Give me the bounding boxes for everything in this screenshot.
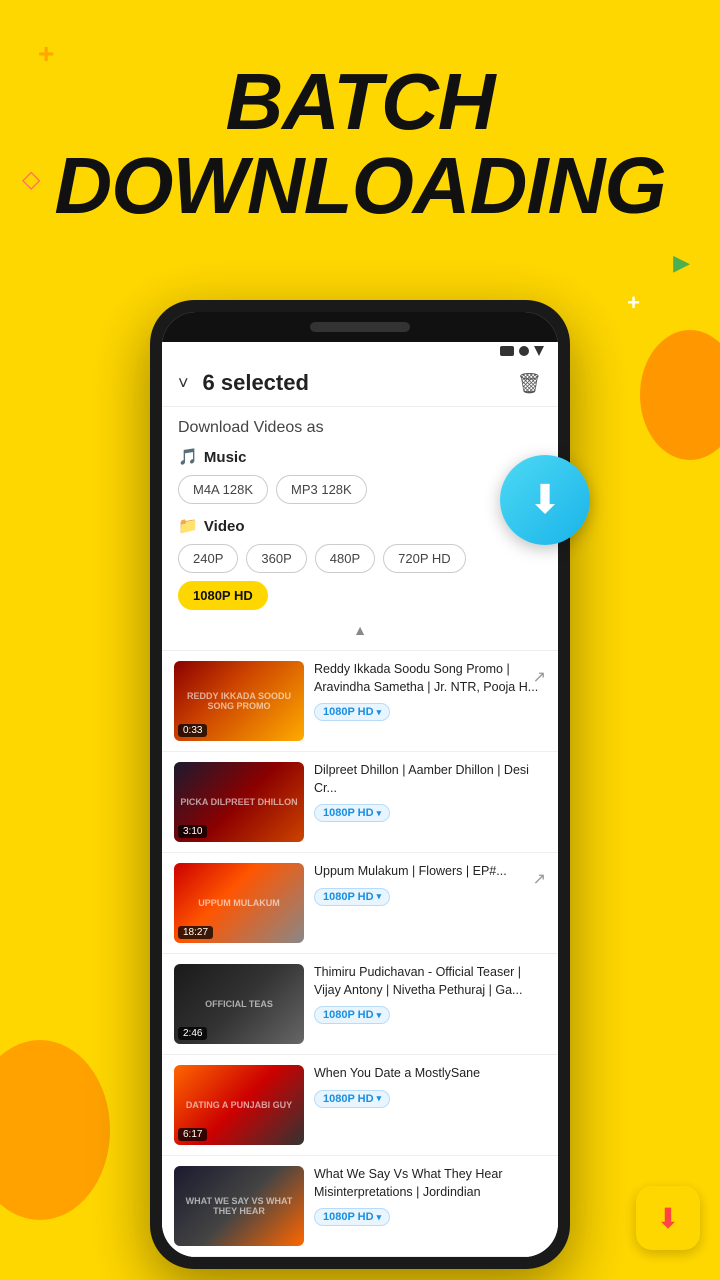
app-header: ˅ 6 selected 🗑 bbox=[162, 360, 558, 407]
video-quality-tag-4[interactable]: 1080P HD ▾ bbox=[314, 1090, 390, 1108]
video-thumb-4: DATING A PUNJABI GUY6:17 bbox=[174, 1065, 304, 1145]
video-info-4: When You Date a MostlySane 1080P HD ▾ bbox=[314, 1065, 546, 1108]
video-title-1: Dilpreet Dhillon | Aamber Dhillon | Desi… bbox=[314, 762, 546, 797]
phone-notch-bar bbox=[162, 312, 558, 342]
status-battery-icon bbox=[500, 346, 514, 356]
video-thumb-5: WHAT WE SAY VS WHAT THEY HEAR bbox=[174, 1166, 304, 1246]
quality-dropdown-arrow: ▾ bbox=[377, 1010, 382, 1021]
video-quality-tag-3[interactable]: 1080P HD ▾ bbox=[314, 1006, 390, 1024]
video-title-3: Thimiru Pudichavan - Official Teaser | V… bbox=[314, 964, 546, 999]
video-list-item: REDDY IKKADA SOODU SONG PROMO0:33 Reddy I… bbox=[162, 651, 558, 752]
video-list-item: PICKA DILPREET DHILLON3:10 Dilpreet Dhill… bbox=[162, 752, 558, 853]
music-icon: 🎵 bbox=[178, 447, 198, 467]
video-duration-4: 6:17 bbox=[178, 1128, 207, 1141]
header-left: ˅ 6 selected bbox=[178, 370, 309, 396]
status-signal-icon bbox=[534, 346, 544, 356]
app-icon-download-arrow: ⬇ bbox=[656, 1202, 679, 1235]
video-thumb-0: REDDY IKKADA SOODU SONG PROMO0:33 bbox=[174, 661, 304, 741]
video-info-3: Thimiru Pudichavan - Official Teaser | V… bbox=[314, 964, 546, 1024]
share-icon-0[interactable]: ↗ bbox=[533, 667, 546, 687]
video-list-item: DATING A PUNJABI GUY6:17When You Date a … bbox=[162, 1055, 558, 1156]
video-quality-tag-5[interactable]: 1080P HD ▾ bbox=[314, 1208, 390, 1226]
chevron-back-button[interactable]: ˅ bbox=[178, 373, 189, 394]
music-label-text: Music bbox=[204, 449, 247, 466]
video-480p-button[interactable]: 480P bbox=[315, 544, 375, 573]
music-quality-row: M4A 128K MP3 128K bbox=[178, 475, 542, 504]
video-folder-icon: 📁 bbox=[178, 516, 198, 536]
panel-title: Download Videos as bbox=[178, 419, 542, 437]
deco-blob-orange-right bbox=[640, 330, 720, 460]
video-info-5: What We Say Vs What They Hear Misinterpr… bbox=[314, 1166, 546, 1226]
video-thumb-label-5: WHAT WE SAY VS WHAT THEY HEAR bbox=[174, 1166, 304, 1246]
video-label-text: Video bbox=[204, 518, 245, 535]
collapse-arrow[interactable]: ▲ bbox=[178, 622, 542, 638]
trash-icon[interactable]: 🗑 bbox=[517, 371, 542, 396]
phone-screen: ˅ 6 selected 🗑 Download Videos as 🎵 Musi… bbox=[162, 312, 558, 1257]
share-icon-2[interactable]: ↗ bbox=[533, 869, 546, 889]
video-quality-row: 240P 360P 480P 720P HD 1080P HD bbox=[178, 544, 542, 610]
quality-dropdown-arrow: ▾ bbox=[377, 808, 382, 819]
phone-mockup: ⬇ ˅ 6 selected 🗑 D bbox=[150, 300, 570, 1269]
video-info-1: Dilpreet Dhillon | Aamber Dhillon | Desi… bbox=[314, 762, 546, 822]
download-options-panel: Download Videos as 🎵 Music M4A 128K MP3 … bbox=[162, 407, 558, 651]
video-duration-0: 0:33 bbox=[178, 724, 207, 737]
video-thumb-1: PICKA DILPREET DHILLON3:10 bbox=[174, 762, 304, 842]
music-section-label: 🎵 Music bbox=[178, 447, 542, 467]
music-m4a-128k-button[interactable]: M4A 128K bbox=[178, 475, 268, 504]
video-title-5: What We Say Vs What They Hear Misinterpr… bbox=[314, 1166, 546, 1201]
status-wifi-icon bbox=[519, 346, 529, 356]
download-fab[interactable]: ⬇ bbox=[500, 455, 590, 545]
video-thumb-2: UPPUM MULAKUM18:27 bbox=[174, 863, 304, 943]
video-1080p-button[interactable]: 1080P HD bbox=[178, 581, 268, 610]
deco-arrow-right: ▶ bbox=[673, 250, 690, 276]
selected-count-label: 6 selected bbox=[203, 370, 309, 396]
video-quality-tag-2[interactable]: 1080P HD ▾ bbox=[314, 888, 390, 906]
video-title-0: Reddy Ikkada Soodu Song Promo | Aravindh… bbox=[314, 661, 546, 696]
video-quality-tag-0[interactable]: 1080P HD ▾ bbox=[314, 703, 390, 721]
video-thumb-3: OFFICIAL TEAS2:46 bbox=[174, 964, 304, 1044]
video-duration-3: 2:46 bbox=[178, 1027, 207, 1040]
hero-title: BATCH DOWNLOADING bbox=[0, 60, 720, 228]
phone-notch bbox=[310, 322, 410, 332]
music-mp3-128k-button[interactable]: MP3 128K bbox=[276, 475, 367, 504]
video-duration-2: 18:27 bbox=[178, 926, 213, 939]
video-quality-tag-1[interactable]: 1080P HD ▾ bbox=[314, 804, 390, 822]
download-fab-arrow: ⬇ bbox=[528, 480, 562, 520]
video-title-2: Uppum Mulakum | Flowers | EP#... bbox=[314, 863, 546, 881]
video-info-2: Uppum Mulakum | Flowers | EP#... 1080P HD… bbox=[314, 863, 546, 906]
video-title-4: When You Date a MostlySane bbox=[314, 1065, 546, 1083]
app-icon[interactable]: ⬇ bbox=[636, 1186, 700, 1250]
quality-dropdown-arrow: ▾ bbox=[377, 707, 382, 718]
quality-dropdown-arrow: ▾ bbox=[377, 1212, 382, 1223]
phone-body: ⬇ ˅ 6 selected 🗑 D bbox=[150, 300, 570, 1269]
video-list-item: OFFICIAL TEAS2:46 Thimiru Pudichavan - Of… bbox=[162, 954, 558, 1055]
video-360p-button[interactable]: 360P bbox=[246, 544, 306, 573]
hero-title-text: BATCH DOWNLOADING bbox=[0, 60, 720, 228]
video-list: REDDY IKKADA SOODU SONG PROMO0:33 Reddy I… bbox=[162, 651, 558, 1257]
video-240p-button[interactable]: 240P bbox=[178, 544, 238, 573]
video-info-0: Reddy Ikkada Soodu Song Promo | Aravindh… bbox=[314, 661, 546, 721]
video-section-label: 📁 Video bbox=[178, 516, 542, 536]
deco-blob-orange-bottomleft bbox=[0, 1040, 110, 1220]
video-list-item: UPPUM MULAKUM18:27Uppum Mulakum | Flower… bbox=[162, 853, 558, 954]
phone-status-bar bbox=[162, 342, 558, 360]
quality-dropdown-arrow: ▾ bbox=[377, 1093, 382, 1104]
video-list-item: WHAT WE SAY VS WHAT THEY HEAR What We Say… bbox=[162, 1156, 558, 1257]
video-duration-1: 3:10 bbox=[178, 825, 207, 838]
video-720p-button[interactable]: 720P HD bbox=[383, 544, 466, 573]
quality-dropdown-arrow: ▾ bbox=[377, 891, 382, 902]
deco-plus-topright: + bbox=[627, 290, 640, 316]
